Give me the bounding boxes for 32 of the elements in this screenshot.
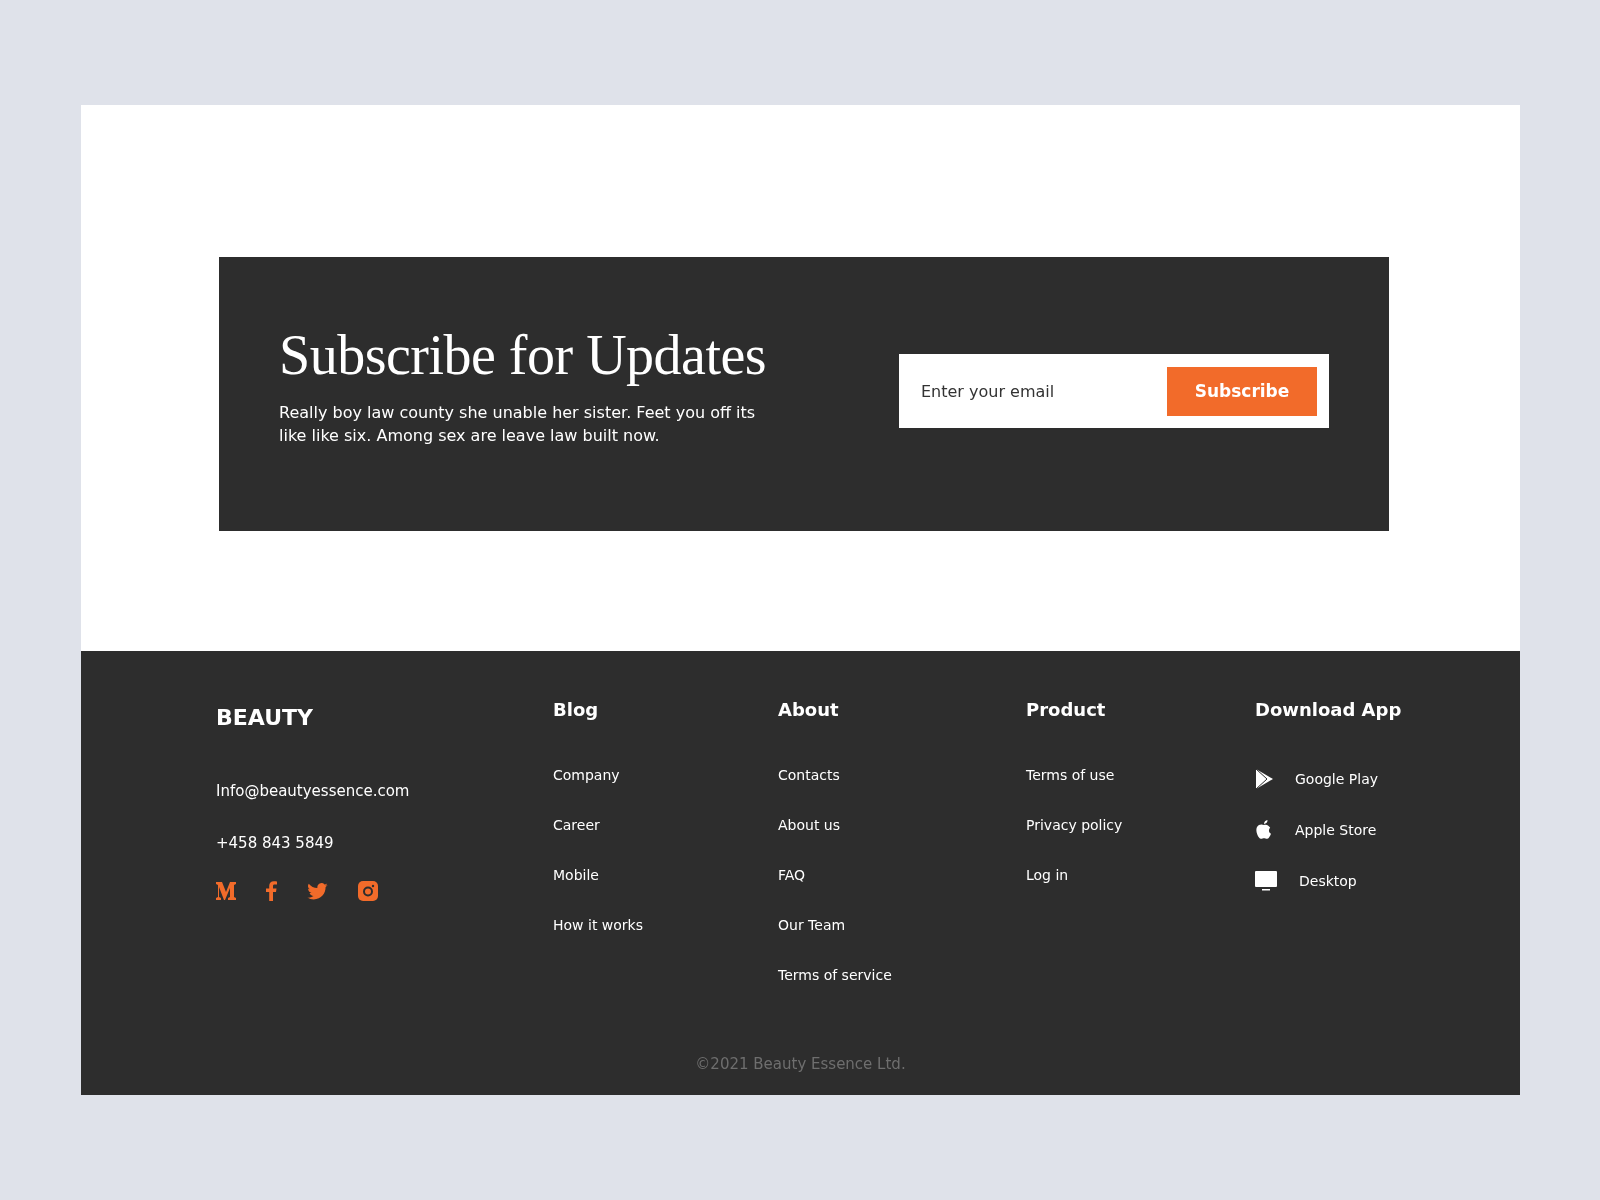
footer-link[interactable]: Terms of service [778, 967, 1026, 1017]
footer-link[interactable]: Contacts [778, 767, 1026, 817]
footer-link[interactable]: How it works [553, 917, 778, 967]
subscribe-text: Really boy law county she unable her sister. Feet you off its like like six. Among sex are leave law built now. [279, 402, 757, 447]
apple-icon [1255, 819, 1273, 840]
app-link[interactable]: Google Play [1255, 753, 1402, 804]
column-heading: Download App [1255, 699, 1402, 722]
app-link[interactable]: Apple Store [1255, 804, 1402, 855]
footer-link[interactable]: About us [778, 817, 1026, 867]
footer-link[interactable]: Our Team [778, 917, 1026, 967]
footer-link[interactable]: FAQ [778, 867, 1026, 917]
column-heading: Blog [553, 699, 600, 722]
facebook-icon[interactable] [266, 881, 277, 901]
monitor-icon [1255, 870, 1277, 891]
footer-link[interactable]: Log in [1026, 867, 1255, 917]
medium-icon[interactable] [216, 882, 236, 900]
column-heading: About [778, 699, 840, 722]
footer-link[interactable]: Privacy policy [1026, 817, 1255, 867]
footer-link[interactable]: Company [553, 767, 778, 817]
contact-email: Info@beautyessence.com [216, 782, 411, 802]
subscribe-title: Subscribe for Updates [279, 323, 768, 387]
column-heading: Product [1026, 699, 1107, 722]
app-link[interactable]: Desktop [1255, 855, 1402, 906]
brand-logo: BEAUTY [216, 705, 314, 732]
footer-link[interactable]: Mobile [553, 867, 778, 917]
instagram-icon[interactable] [358, 881, 378, 901]
copyright: ©2021 Beauty Essence Ltd. [694, 1055, 907, 1073]
footer-link[interactable]: Career [553, 817, 778, 867]
contact-phone: +458 843 5849 [216, 834, 335, 854]
footer-link[interactable]: Terms of use [1026, 767, 1255, 817]
play-triangle-icon [1255, 768, 1273, 789]
twitter-icon[interactable] [307, 882, 328, 900]
